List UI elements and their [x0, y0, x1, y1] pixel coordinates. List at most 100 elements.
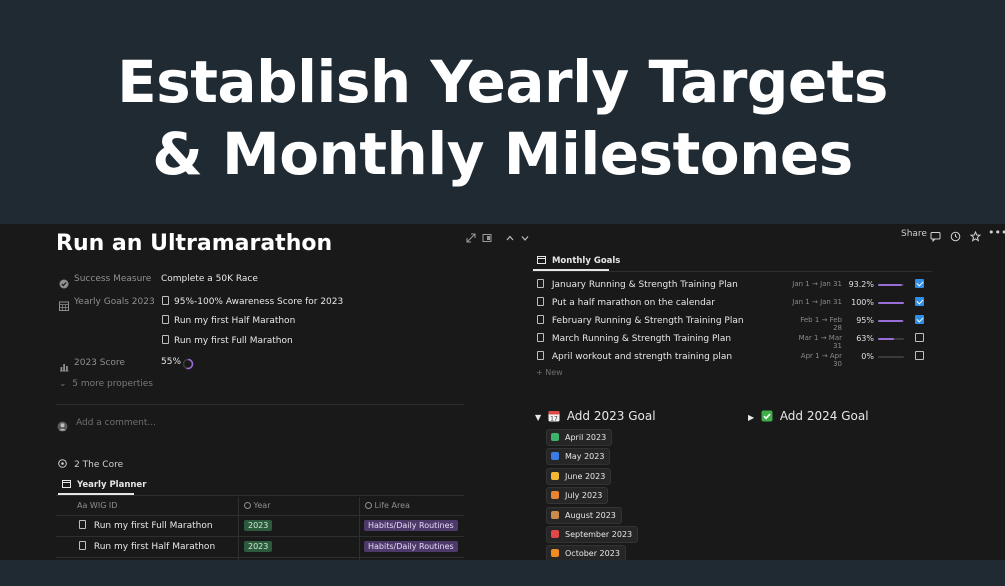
goal-row[interactable]: February Running & Strength Training Pla… [537, 315, 744, 326]
prop-success-measure-name: Success Measure [74, 274, 152, 284]
month-label: May 2023 [565, 452, 605, 461]
goal-dates: Jan 1 → Jan 31 [792, 298, 842, 306]
chevron-down-icon: ⌄ [59, 379, 67, 389]
expand-icon[interactable] [466, 228, 476, 247]
side-peek-icon[interactable] [482, 228, 492, 247]
star-icon[interactable] [969, 227, 982, 246]
page-icon [162, 296, 169, 305]
prop-score-name: 2023 Score [74, 358, 125, 368]
divider [532, 271, 932, 272]
yearly-goal-link-1[interactable]: 95%-100% Awareness Score for 2023 [162, 296, 343, 307]
month-label: July 2023 [565, 491, 603, 500]
divider [56, 404, 464, 405]
tab-monthly-goals[interactable]: Monthly Goals [537, 255, 620, 266]
yearly-goal-link-3[interactable]: Run my first Full Marathon [162, 335, 293, 346]
plus-icon: + [536, 368, 543, 377]
banner-title-line-2: & Monthly Milestones [152, 120, 853, 188]
toggle-2024-goal[interactable]: ▶ Add 2024 Goal [748, 409, 869, 423]
chevron-up-icon[interactable] [505, 228, 515, 247]
yearly-goal-label: 95%-100% Awareness Score for 2023 [174, 297, 344, 307]
life-area-tag[interactable]: Habits/Daily Routines [364, 541, 458, 552]
new-label: New [545, 368, 563, 377]
done-checkbox[interactable] [915, 279, 924, 288]
yearly-goal-label: Run my first Half Marathon [174, 316, 296, 326]
goal-row[interactable]: January Running & Strength Training Plan [537, 279, 738, 290]
more-properties-toggle[interactable]: ⌄ 5 more properties [59, 379, 153, 389]
month-page-link[interactable]: April 2023 [546, 429, 613, 446]
calendar-icon [62, 480, 71, 488]
new-row-button[interactable]: + New [536, 368, 563, 377]
month-page-link[interactable]: July 2023 [546, 487, 609, 504]
month-label: June 2023 [565, 472, 606, 481]
month-emoji-icon [551, 452, 559, 460]
table-row[interactable]: Run my first Half Marathon [79, 541, 215, 552]
goal-row[interactable]: April workout and strength training plan [537, 351, 732, 362]
page-icon [79, 541, 86, 550]
goal-dates: Jan 1 → Jan 31 [792, 280, 842, 288]
toggle-2023-goal[interactable]: ▼ 17 Add 2023 Goal [535, 409, 656, 423]
share-button[interactable]: Share [901, 229, 927, 239]
month-page-link[interactable]: June 2023 [546, 468, 612, 485]
column-divider [238, 497, 239, 560]
table-row[interactable]: Run my first Full Marathon [79, 520, 213, 531]
column-divider [359, 497, 360, 560]
done-checkbox[interactable] [915, 315, 924, 324]
year-tag[interactable]: 2023 [244, 541, 273, 552]
clock-icon[interactable] [950, 227, 961, 246]
yearly-goal-link-2[interactable]: Run my first Half Marathon [162, 315, 295, 326]
goal-row[interactable]: March Running & Strength Training Plan [537, 333, 731, 344]
goal-name: January Running & Strength Training Plan [551, 280, 738, 290]
done-checkbox[interactable] [915, 333, 924, 342]
goal-row[interactable]: Put a half marathon on the calendar [537, 297, 715, 308]
done-checkbox[interactable] [915, 351, 924, 360]
column-header-life-area[interactable]: Life Area [365, 501, 410, 510]
calendar-icon [537, 256, 546, 264]
page-icon [79, 520, 86, 529]
divider [56, 557, 464, 558]
comment-input[interactable]: Add a comment... [76, 418, 156, 428]
month-page-link[interactable]: August 2023 [546, 507, 622, 524]
goal-name: April workout and strength training plan [551, 352, 733, 362]
banner: Establish Yearly Targets & Monthly Miles… [0, 0, 1005, 224]
triangle-down-icon: ▼ [535, 413, 542, 422]
svg-text:17: 17 [550, 416, 558, 423]
goal-percent: 95% [856, 316, 874, 325]
prop-success-measure-value[interactable]: Complete a 50K Race [161, 274, 258, 284]
prop-score-value: 55% [161, 357, 182, 367]
month-emoji-icon [551, 472, 559, 480]
comment-icon[interactable] [930, 227, 941, 246]
prop-yearly-goals-name: Yearly Goals 2023 [74, 297, 155, 307]
progress-track [878, 320, 904, 322]
divider [56, 515, 464, 516]
done-checkbox[interactable] [915, 297, 924, 306]
progress-track [878, 284, 904, 286]
column-header-year[interactable]: Year [244, 501, 270, 510]
check-mark-emoji-icon [761, 410, 773, 422]
month-emoji-icon [551, 491, 559, 499]
progress-fill [878, 302, 904, 304]
target-icon [58, 459, 67, 468]
toggle-label: Add 2023 Goal [566, 409, 656, 423]
year-tag[interactable]: 2023 [244, 520, 273, 531]
goal-percent: 100% [851, 298, 874, 307]
more-options-icon[interactable]: ••• [988, 226, 1005, 239]
tab-yearly-planner[interactable]: Yearly Planner [62, 479, 146, 490]
month-page-link[interactable]: May 2023 [546, 448, 611, 465]
page-icon [162, 335, 169, 344]
page-icon [537, 351, 544, 360]
life-area-tag[interactable]: Habits/Daily Routines [364, 520, 458, 531]
goal-dates: Mar 1 → Mar 31 [798, 334, 842, 350]
month-emoji-icon [551, 433, 559, 441]
select-type-icon [365, 502, 372, 509]
goal-name: February Running & Strength Training Pla… [551, 316, 744, 326]
progress-ring [182, 355, 194, 374]
month-page-link[interactable]: September 2023 [546, 526, 639, 543]
select-type-icon [244, 502, 251, 509]
month-page-link[interactable]: October 2023 [546, 545, 626, 560]
column-header-wig-id[interactable]: Aa WIG ID [77, 501, 117, 510]
chevron-down-icon[interactable] [520, 228, 530, 247]
divider [56, 495, 464, 496]
goal-dates: Feb 1 → Feb 28 [800, 316, 842, 332]
progress-track [878, 356, 904, 358]
core-link[interactable]: 2 The Core [58, 452, 123, 471]
